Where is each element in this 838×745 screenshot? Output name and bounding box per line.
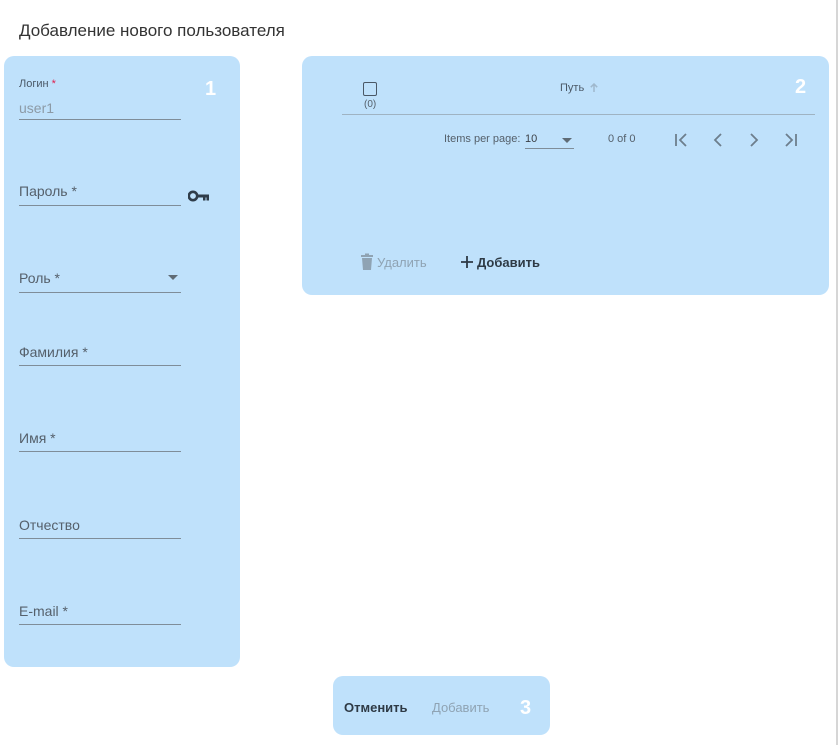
page-title: Добавление нового пользователя [19,21,285,40]
select-all-checkbox[interactable] [363,82,377,96]
next-page-icon [750,133,759,147]
add-path-button[interactable]: Добавить [460,252,540,272]
items-per-page-select[interactable]: 10 [525,132,574,149]
column-header-path[interactable]: Путь [560,82,584,94]
first-page-button[interactable] [670,130,694,150]
middle-name-label: Отчество [19,517,80,533]
plus-icon [461,256,473,268]
first-name-field[interactable]: Имя * [19,425,181,452]
panel-number-2: 2 [795,76,807,98]
user-form-panel: 1 Логин * user1 Пароль * Роль * Фамилия … [4,56,240,667]
email-field[interactable]: E-mail * [19,598,181,625]
table-header-divider [342,114,815,115]
chevron-down-icon [562,138,572,143]
panel-number-3: 3 [520,697,532,719]
pagination-range: 0 of 0 [608,133,636,145]
form-actions-panel: Отменить Добавить 3 [333,676,550,735]
first-name-label: Имя * [19,430,56,446]
prev-page-icon [713,133,722,147]
last-name-field[interactable]: Фамилия * [19,339,181,366]
required-mark: * [51,78,56,90]
add-path-label: Добавить [477,254,540,270]
submit-button[interactable]: Добавить [432,700,489,715]
password-label: Пароль * [19,183,77,199]
login-field[interactable]: Логин * user1 [19,76,181,120]
next-page-button[interactable] [742,130,766,150]
chevron-down-icon [168,275,178,280]
cancel-button[interactable]: Отменить [344,700,408,715]
paths-panel: 2 (0) Путь Items per page: 10 0 of 0 Уда… [302,56,829,295]
items-per-page-value: 10 [525,133,538,145]
selected-count: (0) [364,99,377,110]
items-per-page-label: Items per page: [444,133,521,145]
role-label: Роль * [19,270,61,286]
last-name-label: Фамилия * [19,344,88,360]
last-page-icon [785,133,797,147]
delete-path-button[interactable]: Удалить [360,252,427,272]
login-label-text: Логин [19,78,49,90]
delete-path-label: Удалить [377,254,427,270]
middle-name-field[interactable]: Отчество [19,511,181,539]
password-field[interactable]: Пароль * [19,176,181,206]
key-icon[interactable] [188,190,210,202]
last-page-button[interactable] [778,130,802,150]
trash-icon [361,253,373,270]
email-label: E-mail * [19,603,69,619]
first-page-icon [675,133,687,147]
prev-page-button[interactable] [706,130,730,150]
sort-up-icon[interactable] [589,83,599,93]
panel-number-1: 1 [205,78,217,100]
role-select[interactable]: Роль * [19,262,181,293]
login-label: Логин * [19,78,56,90]
login-value: user1 [19,100,55,116]
